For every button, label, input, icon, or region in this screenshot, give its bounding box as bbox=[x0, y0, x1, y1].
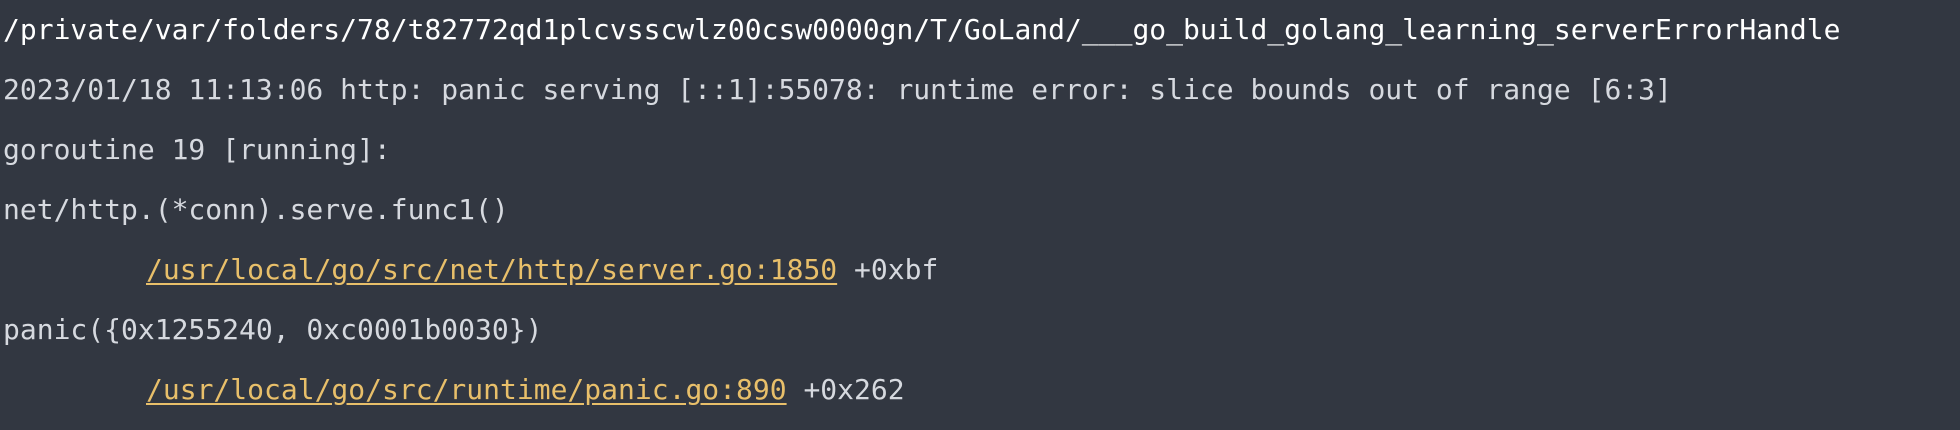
command-path-line: /private/var/folders/78/t82772qd1plcvssc… bbox=[3, 13, 1841, 46]
source-file-link[interactable]: /usr/local/go/src/runtime/panic.go:890 bbox=[146, 373, 787, 406]
stack-frame-function: panic({0x1255240, 0xc0001b0030}) bbox=[3, 313, 543, 346]
panic-message-line: 2023/01/18 11:13:06 http: panic serving … bbox=[3, 73, 1672, 106]
frame-offset: +0xbf bbox=[837, 253, 939, 286]
goroutine-line: goroutine 19 [running]: bbox=[3, 133, 391, 166]
stack-frame-function: net/http.(*conn).serve.func1() bbox=[3, 193, 509, 226]
stack-frame-location: /usr/local/go/src/runtime/panic.go:890 +… bbox=[0, 370, 1960, 430]
frame-offset: +0x262 bbox=[786, 373, 905, 406]
stack-frame-location: /usr/local/go/src/net/http/server.go:185… bbox=[0, 250, 1960, 310]
run-console-output: /private/var/folders/78/t82772qd1plcvssc… bbox=[0, 0, 1960, 430]
source-file-link[interactable]: /usr/local/go/src/net/http/server.go:185… bbox=[146, 253, 837, 286]
